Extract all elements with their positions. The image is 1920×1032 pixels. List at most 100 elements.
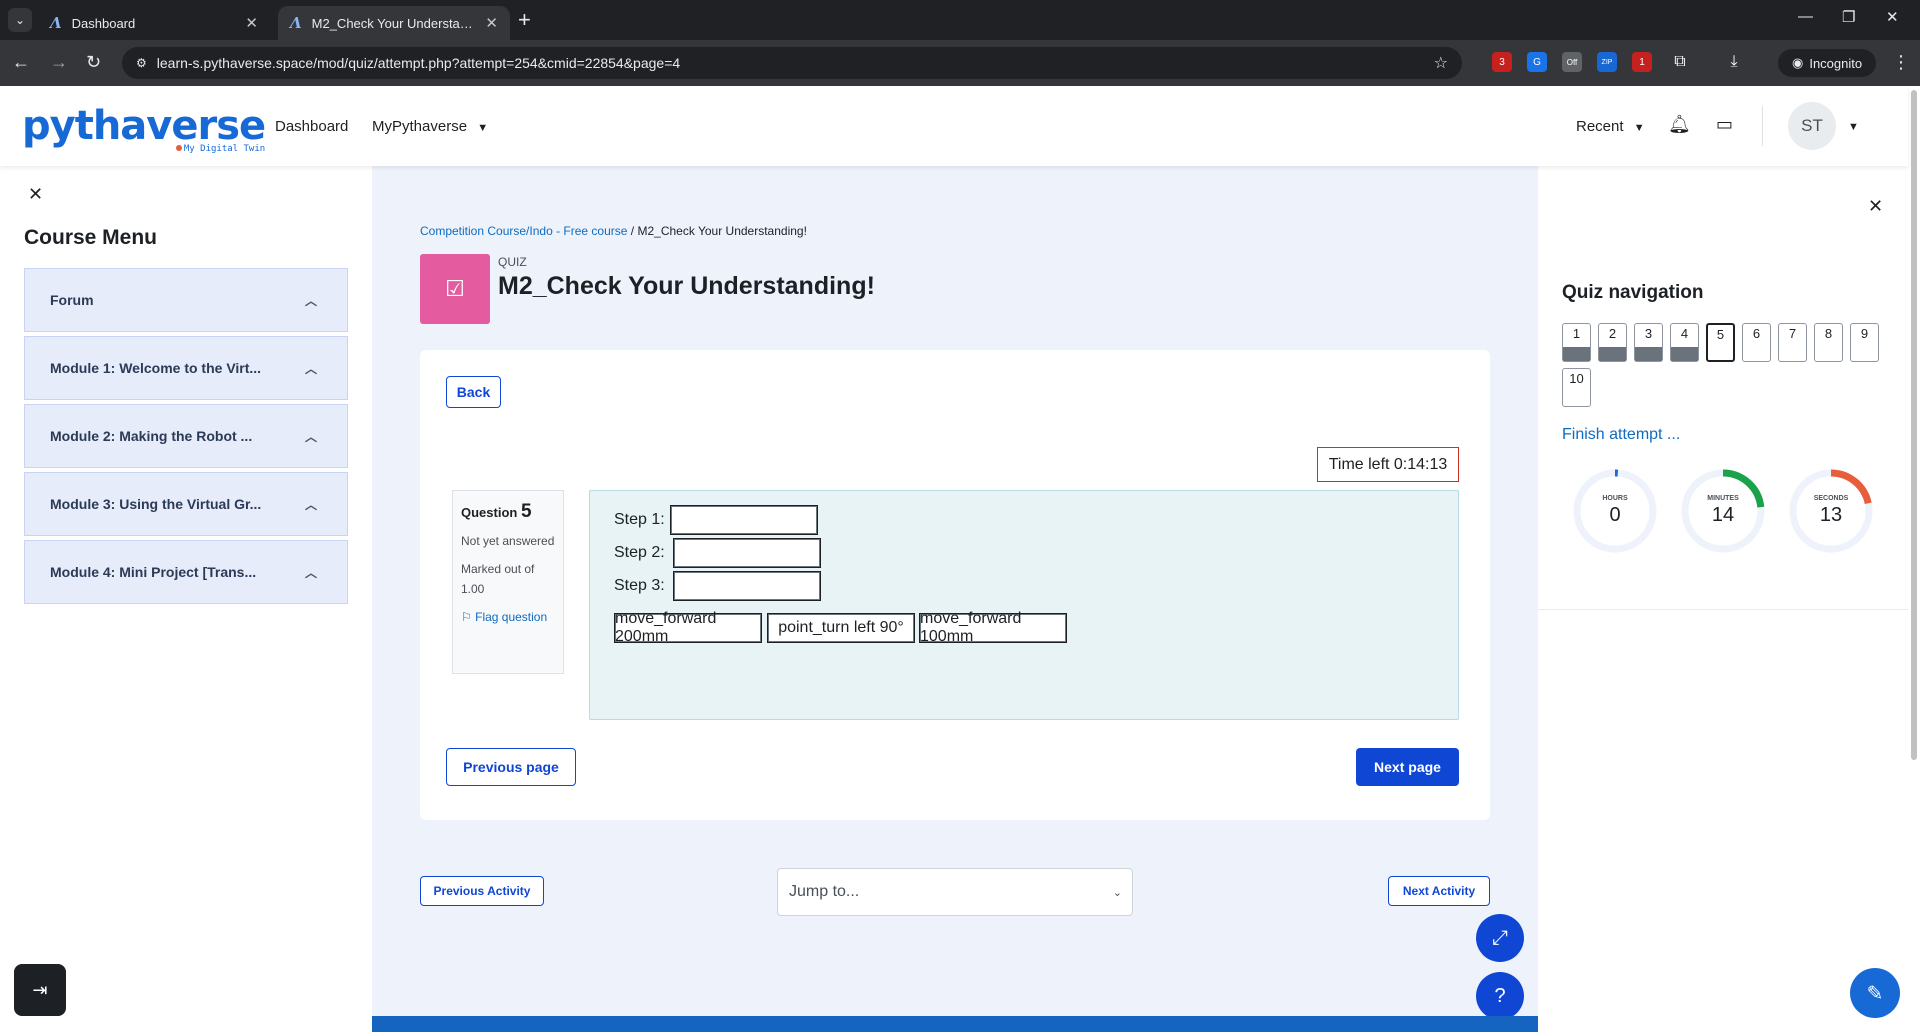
- quiz-nav-button-4[interactable]: 4: [1670, 323, 1699, 362]
- new-tab-icon[interactable]: +: [518, 8, 531, 32]
- close-drawer-icon[interactable]: ✕: [28, 184, 43, 205]
- avatar[interactable]: ST: [1788, 102, 1836, 150]
- drag-choice-move-forward-200[interactable]: move_forward 200mm: [614, 610, 762, 645]
- user-menu-chevron-icon[interactable]: ▼: [1848, 121, 1859, 133]
- pythaverse-logo[interactable]: pythaverse My Digital Twin: [22, 106, 266, 154]
- flag-icon: ⚐: [461, 610, 472, 624]
- tab-search-chevron-icon[interactable]: ⌄: [8, 8, 32, 32]
- site-header: pythaverse My Digital Twin Dashboard MyP…: [0, 86, 1908, 166]
- scrollbar-thumb[interactable]: [1911, 90, 1917, 760]
- next-page-button[interactable]: Next page: [1356, 748, 1459, 786]
- countdown-label: SECONDS: [1813, 495, 1849, 502]
- help-question-icon[interactable]: ?: [1476, 972, 1524, 1020]
- restore-icon[interactable]: ❐: [1842, 8, 1855, 26]
- browser-tab-quiz[interactable]: Λ M2_Check Your Understanding! ✕: [278, 6, 510, 40]
- quiz-nav-button-5[interactable]: 5: [1706, 323, 1735, 362]
- extension-off-icon[interactable]: Off: [1562, 52, 1582, 72]
- nav-dashboard[interactable]: Dashboard: [275, 118, 348, 135]
- quiz-nav-button-10[interactable]: 10: [1562, 368, 1591, 407]
- logo-tagline: My Digital Twin: [176, 144, 265, 154]
- extension-icon[interactable]: 3: [1492, 52, 1512, 72]
- browser-tab-dashboard[interactable]: Λ Dashboard ✕: [38, 6, 270, 40]
- quiz-nav-button-6[interactable]: 6: [1742, 323, 1771, 362]
- close-drawer-icon[interactable]: ✕: [1868, 196, 1883, 217]
- step-2-drop-zone[interactable]: [673, 538, 821, 568]
- step-3-label: Step 3:: [614, 577, 665, 594]
- browser-menu-icon[interactable]: ⋮: [1892, 52, 1910, 73]
- extension-icon[interactable]: 1: [1632, 52, 1652, 72]
- course-menu-item-module-3[interactable]: Module 3: Using the Virtual Gr... ︿: [24, 472, 348, 536]
- chevron-up-icon[interactable]: ︿: [305, 564, 317, 581]
- countdown-value: 0: [1609, 504, 1621, 526]
- download-icon[interactable]: ⤓: [1724, 52, 1744, 72]
- forward-arrow-icon[interactable]: →: [50, 52, 68, 72]
- translate-extension-icon[interactable]: G: [1527, 52, 1547, 72]
- recent-menu[interactable]: Recent ▼: [1576, 118, 1645, 135]
- quiz-nav-button-1[interactable]: 1: [1562, 323, 1591, 362]
- chevron-down-icon: ▼: [1633, 122, 1645, 134]
- quiz-navigation-title: Quiz navigation: [1562, 282, 1704, 303]
- browser-tab-bar: ⌄ Λ Dashboard ✕ Λ M2_Check Your Understa…: [0, 0, 1920, 40]
- close-tab-icon[interactable]: ✕: [485, 14, 498, 32]
- browser-toolbar: ← → ↻ ⚙ learn-s.pythaverse.space/mod/qui…: [0, 40, 1920, 86]
- jump-to-value: Jump to...: [789, 883, 860, 900]
- chevron-up-icon[interactable]: ︿: [305, 496, 317, 513]
- drag-choice-point-turn-left[interactable]: point_turn left 90°: [767, 613, 915, 643]
- quiz-nav-button-7[interactable]: 7: [1778, 323, 1807, 362]
- course-menu-item-label: Module 3: Using the Virtual Gr...: [50, 496, 262, 512]
- nav-mypythaverse[interactable]: MyPythaverse ▼: [372, 118, 488, 135]
- question-status: Not yet answered: [461, 534, 555, 548]
- course-menu-item-label: Forum: [50, 292, 94, 308]
- back-arrow-icon[interactable]: ←: [12, 52, 30, 72]
- bookmark-star-icon[interactable]: ☆: [1434, 53, 1448, 73]
- previous-activity-button[interactable]: Previous Activity: [420, 876, 544, 906]
- close-window-icon[interactable]: ✕: [1886, 8, 1899, 26]
- next-activity-button[interactable]: Next Activity: [1388, 876, 1490, 906]
- course-menu-item-label: Module 2: Making the Robot ...: [50, 428, 253, 444]
- site-info-icon[interactable]: ⚙: [136, 56, 147, 70]
- course-menu-title: Course Menu: [24, 226, 158, 249]
- course-menu-item-module-2[interactable]: Module 2: Making the Robot ... ︿: [24, 404, 348, 468]
- countdown-value: 14: [1711, 504, 1735, 526]
- course-menu-item-module-1[interactable]: Module 1: Welcome to the Virt... ︿: [24, 336, 348, 400]
- quiz-nav-button-2[interactable]: 2: [1598, 323, 1627, 362]
- site-favicon-icon: Λ: [50, 14, 62, 32]
- step-3-drop-zone[interactable]: [673, 571, 821, 601]
- site-favicon-icon: Λ: [290, 14, 302, 32]
- back-button[interactable]: Back: [446, 376, 501, 408]
- address-bar[interactable]: ⚙ learn-s.pythaverse.space/mod/quiz/atte…: [122, 47, 1462, 79]
- step-1-drop-zone[interactable]: [670, 505, 818, 535]
- jump-to-select[interactable]: Jump to... ⌄: [777, 868, 1133, 916]
- quiz-nav-button-9[interactable]: 9: [1850, 323, 1879, 362]
- zip-extension-icon[interactable]: ZIP: [1597, 52, 1617, 72]
- notification-bell-icon[interactable]: 🔔︎: [1668, 114, 1691, 135]
- finish-attempt-link[interactable]: Finish attempt ...: [1562, 426, 1680, 444]
- quiz-checkbox-icon: ☑: [420, 254, 490, 324]
- fullscreen-expand-icon[interactable]: ⤢: [1476, 914, 1524, 962]
- chevron-up-icon[interactable]: ︿: [305, 292, 317, 309]
- tab-title: M2_Check Your Understanding!: [311, 15, 478, 31]
- magic-wand-edit-icon[interactable]: ✎: [1850, 968, 1900, 1018]
- chevron-up-icon[interactable]: ︿: [305, 428, 317, 445]
- breadcrumb-course-link[interactable]: Competition Course/Indo - Free course: [420, 224, 627, 238]
- recent-label: Recent: [1576, 118, 1624, 135]
- minimize-icon[interactable]: —: [1798, 8, 1813, 25]
- drag-choice-move-forward-100[interactable]: move_forward 100mm: [919, 610, 1067, 645]
- quiz-card: Back Time left 0:14:13 Question 5 Not ye…: [420, 350, 1490, 820]
- chevron-up-icon[interactable]: ︿: [305, 360, 317, 377]
- extensions-puzzle-icon[interactable]: ⧉: [1670, 52, 1690, 72]
- course-menu-item-module-4[interactable]: Module 4: Mini Project [Trans... ︿: [24, 540, 348, 604]
- incognito-indicator[interactable]: ◉ Incognito: [1778, 49, 1877, 77]
- reload-icon[interactable]: ↻: [86, 52, 101, 72]
- course-menu-item-forum[interactable]: Forum ︿: [24, 268, 348, 332]
- quiz-nav-button-8[interactable]: 8: [1814, 323, 1843, 362]
- question-content: Step 1: Step 2: Step 3: move_forward 200…: [589, 490, 1459, 720]
- tab-title: Dashboard: [71, 15, 136, 31]
- open-drawer-icon[interactable]: ⇥: [14, 964, 66, 1016]
- messages-chat-icon[interactable]: ▭: [1716, 114, 1733, 135]
- quiz-nav-button-3[interactable]: 3: [1634, 323, 1663, 362]
- flag-question-link[interactable]: ⚐ Flag question: [461, 607, 555, 627]
- close-tab-icon[interactable]: ✕: [245, 14, 258, 32]
- previous-page-button[interactable]: Previous page: [446, 748, 576, 786]
- breadcrumb-separator: /: [630, 224, 635, 238]
